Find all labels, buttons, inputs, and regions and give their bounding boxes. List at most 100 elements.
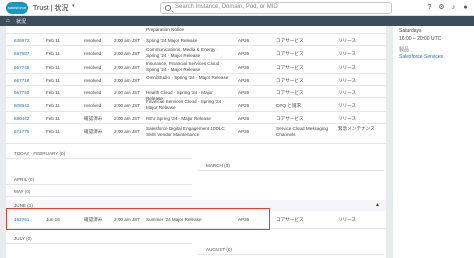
row-name: OmniStudio · Spring '24 · Major Release — [146, 75, 229, 80]
row-name: Insurance, Financial Services Cloud · Sp… — [146, 61, 223, 72]
search-icon — [165, 5, 171, 11]
maintenance-window: 16:00 – 20:00 UTC — [399, 36, 442, 42]
search-input[interactable]: Search Instance, Domain, Pod, or MID — [160, 2, 392, 14]
row-type: リリース — [338, 65, 357, 70]
maintenance-list: Preparation Notice 636972 Feb 11 resolve… — [6, 26, 386, 258]
right-panel: Saturdays 16:00 – 20:00 UTC 製品 Salesforc… — [393, 26, 474, 258]
row-name: Preparation Notice — [146, 27, 185, 32]
table-row[interactable]: 636972 Feb 11 resolved 2:00 am JST Sprin… — [6, 34, 386, 46]
row-id-link[interactable]: 667687 — [14, 51, 29, 56]
top-header: salesforce Trust | 状況 ▾ Search Instance,… — [0, 0, 474, 16]
month-header-april[interactable]: APRIL (0) — [6, 174, 192, 185]
breadcrumb-bar: ⌂ 状況 — [0, 16, 474, 26]
row-date: Feb 11 — [46, 65, 60, 70]
table-row[interactable]: 667749 Feb 11 resolved 2:00 am JST Insur… — [6, 60, 386, 74]
month-header-february[interactable]: TODAY · FEBRUARY (0) — [6, 148, 192, 159]
row-date: Feb 11 — [46, 103, 60, 108]
row-date: Feb 11 — [46, 129, 60, 134]
row-date: Feb 11 — [46, 38, 60, 43]
row-type: リリース — [338, 116, 357, 121]
breadcrumb-label: 状況 — [16, 19, 27, 25]
highlight-box — [6, 208, 270, 230]
row-status: resolved — [84, 38, 102, 43]
chevron-up-icon[interactable]: ▲ — [375, 200, 380, 211]
month-header-august[interactable]: AUGUST (0) — [198, 244, 384, 255]
row-service: コアサービス — [276, 90, 304, 95]
home-icon[interactable]: ⌂ — [6, 18, 10, 24]
row-service: CPQ と請求 — [276, 103, 302, 108]
bell-icon[interactable]: ♪ — [449, 3, 458, 12]
row-id-link[interactable]: 636972 — [14, 38, 29, 43]
maintenance-day: Saturdays — [399, 28, 422, 34]
row-type: リリース — [338, 51, 357, 56]
table-row[interactable]: 608642 Feb 11 resolved 2:00 am JST Finan… — [6, 98, 386, 112]
row-date: Feb 11 — [46, 78, 60, 83]
row-status: resolved — [84, 78, 102, 83]
app-title: Trust | 状況 — [33, 5, 69, 12]
row-service: コアサービス — [276, 65, 304, 70]
row-date: Feb 11 — [46, 116, 60, 121]
row-instance: AP26 — [238, 38, 250, 43]
row-time: 2:00 am JST — [114, 129, 141, 134]
row-instance: AP26 — [238, 65, 250, 70]
row-name: REV Spring '24 · Major Release — [146, 116, 211, 121]
month-header-march[interactable]: MARCH (0) — [198, 160, 384, 171]
row-id-link[interactable]: 667750 — [14, 90, 29, 95]
row-time: 2:00 am JST — [114, 38, 141, 43]
row-instance: AP26 — [238, 116, 250, 121]
row-instance: AP26 — [238, 90, 250, 95]
row-instance: AP26 — [238, 78, 250, 83]
table-row[interactable]: 667718 Feb 11 resolved 2:00 am JST OmniS… — [6, 74, 386, 86]
row-time: 2:00 am JST — [114, 103, 141, 108]
row-status: resolved — [84, 90, 102, 95]
row-instance: AP26 — [238, 103, 250, 108]
gear-icon[interactable]: ⚙ — [437, 3, 446, 12]
month-header-may[interactable]: MAY (0) — [6, 186, 192, 197]
table-row[interactable]: 671775 Feb 11 確認済み 2:00 am JST Salesforc… — [6, 124, 386, 144]
row-id-link[interactable]: 680442 — [14, 116, 29, 121]
row-id-link[interactable]: 667749 — [14, 65, 29, 70]
row-type: リリース — [338, 78, 357, 83]
product-label: 製品 — [399, 47, 410, 53]
row-instance: AP26 — [238, 129, 250, 134]
table-row[interactable]: 680442 Feb 11 確認済み 2:00 am JST REV Sprin… — [6, 112, 386, 124]
help-icon[interactable]: ? — [425, 3, 434, 12]
row-time: 2:00 am JST — [114, 90, 141, 95]
row-type: リリース — [338, 38, 357, 43]
salesforce-logo[interactable]: salesforce — [6, 2, 28, 14]
row-type: リリース — [338, 90, 357, 95]
row-name: Communications, Media & Energy · Spring … — [146, 47, 219, 58]
row-status: resolved — [84, 65, 102, 70]
row-type: リリース — [338, 217, 357, 222]
row-id-link[interactable]: 608642 — [14, 103, 29, 108]
table-row[interactable]: Preparation Notice — [6, 26, 386, 34]
row-id-link[interactable]: 667718 — [14, 78, 29, 83]
row-status: 確認済み — [84, 116, 103, 121]
row-status: resolved — [84, 51, 102, 56]
row-service: コアサービス — [276, 78, 304, 83]
row-time: 2:00 am JST — [114, 116, 141, 121]
table-row[interactable]: 667750 Feb 11 resolved 2:00 am JST Healt… — [6, 86, 386, 101]
row-time: 2:00 am JST — [114, 65, 141, 70]
row-service: コアサービス — [276, 38, 304, 43]
row-id-link[interactable]: 671775 — [14, 129, 29, 134]
table-row[interactable]: 667687 Feb 11 resolved 2:00 am JST Commu… — [6, 46, 386, 60]
row-service: コアサービス — [276, 116, 304, 121]
search-placeholder: Search Instance, Domain, Pod, or MID — [175, 4, 278, 10]
row-instance: AP26 — [238, 51, 250, 56]
row-time: 2:00 am JST — [114, 78, 141, 83]
row-status: resolved — [84, 103, 102, 108]
row-service: Service Cloud Messaging Channels — [276, 126, 329, 137]
app-menu-chevron-down-icon[interactable]: ▾ — [72, 3, 75, 9]
row-name: Spring '24 Major Release — [146, 38, 198, 43]
avatar-icon[interactable]: ● — [461, 3, 470, 12]
salesforce-services-link[interactable]: Salesforce Services — [399, 54, 443, 60]
row-name: Financial Services Cloud · Spring '24 · … — [146, 99, 224, 110]
row-status: 確認済み — [84, 129, 103, 134]
month-header-july[interactable]: JULY (0) — [6, 233, 192, 244]
row-service: コアサービス — [276, 51, 304, 56]
row-time: 2:00 am JST — [114, 51, 141, 56]
row-type: リリース — [338, 103, 357, 108]
row-name: Salesforce Digital Engagement 10DLC SMS … — [146, 126, 225, 137]
row-type: 緊急メンテナンス — [338, 126, 375, 131]
